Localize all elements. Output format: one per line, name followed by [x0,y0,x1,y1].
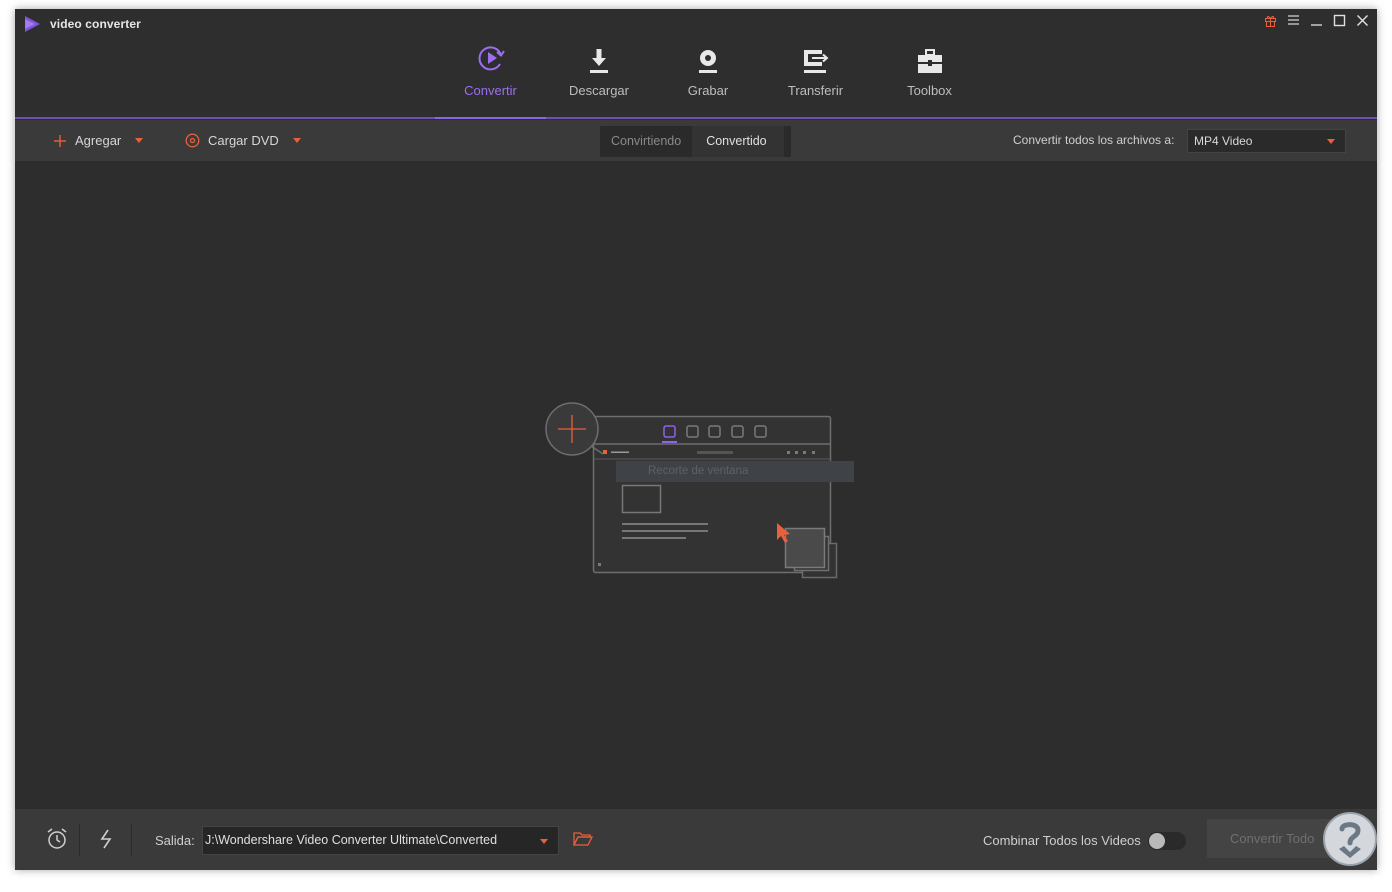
divider [79,824,80,856]
transfer-icon [802,39,830,73]
load-dvd-button[interactable]: Cargar DVD [185,120,301,161]
convert-icon [476,39,506,73]
window-controls [1263,13,1369,27]
chevron-down-icon [1327,139,1335,144]
alarm-clock-icon[interactable] [46,828,68,850]
combine-videos-label: Combinar Todos los Videos [983,833,1141,848]
chevron-down-icon[interactable] [292,138,301,143]
watermark-logo [1323,812,1377,866]
hamburger-icon[interactable] [1286,13,1300,27]
tab-convertir[interactable]: Convertir [435,39,546,119]
convert-all-label: Convertir todos los archivos a: [1013,133,1175,147]
tab-label: Grabar [687,83,729,98]
combine-videos-toggle[interactable] [1148,832,1186,850]
tab-converted[interactable]: Convertido [692,126,784,157]
main-nav: Convertir Descargar Grabar Transferir To… [435,39,992,119]
app-title: video converter [50,17,141,31]
toolbar: Agregar Cargar DVD Convirtiendo Converti… [15,120,1377,161]
tab-label: Toolbox [907,83,952,98]
lightning-icon[interactable] [95,828,117,850]
disc-icon [697,39,719,73]
hint-tooltip: Recorte de ventana [616,461,854,482]
app-window: video converter Convertir Descargar Grab… [15,9,1377,870]
add-files-button[interactable]: Agregar [53,120,144,161]
dvd-icon [185,133,200,148]
output-format-select[interactable]: MP4 Video [1187,129,1346,153]
tab-grabar[interactable]: Grabar [652,39,764,119]
tab-label: Transferir [787,83,844,98]
output-label: Salida: [155,833,195,848]
open-folder-icon[interactable] [572,828,594,850]
bottom-bar: Salida: J:\Wondershare Video Converter U… [15,809,1377,870]
header: video converter Convertir Descargar Grab… [15,9,1377,119]
toggle-knob [1149,833,1165,849]
divider [131,824,132,856]
output-path-value: J:\Wondershare Video Converter Ultimate\… [205,833,498,847]
status-tabs: Convirtiendo Convertido [600,126,791,157]
tab-transferir[interactable]: Transferir [764,39,867,119]
toolbox-icon [917,39,943,73]
chevron-down-icon [540,839,548,844]
download-icon [588,39,610,73]
maximize-icon[interactable] [1332,13,1346,27]
chevron-down-icon[interactable] [135,138,144,143]
app-logo-icon [25,16,40,32]
brand: video converter [24,16,141,32]
close-icon[interactable] [1355,13,1369,27]
tab-descargar[interactable]: Descargar [546,39,652,119]
output-format-value: MP4 Video [1194,134,1253,148]
gift-icon[interactable] [1263,13,1277,27]
minimize-icon[interactable] [1309,13,1323,27]
tab-converting[interactable]: Convirtiendo [600,126,692,157]
tab-toolbox[interactable]: Toolbox [867,39,992,119]
tab-label: Convertir [464,83,517,98]
load-dvd-label: Cargar DVD [208,133,279,148]
output-path-select[interactable]: J:\Wondershare Video Converter Ultimate\… [202,826,559,855]
file-drop-area[interactable]: Recorte de ventana [15,161,1377,809]
add-files-illustration[interactable] [543,399,853,584]
add-files-label: Agregar [75,133,122,148]
tab-label: Descargar [569,83,629,98]
plus-icon [54,134,66,147]
